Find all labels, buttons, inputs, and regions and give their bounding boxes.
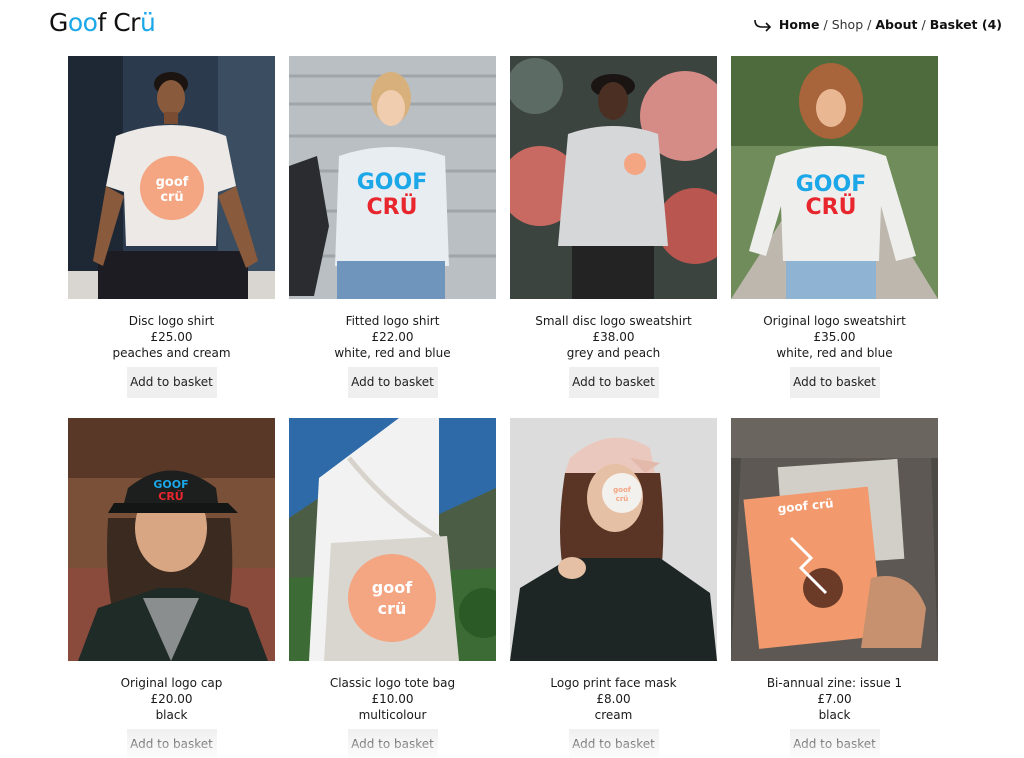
product-variant: white, red and blue [776, 346, 893, 360]
logo-letter-accent: ü [139, 8, 156, 37]
print-text: GOOF [357, 170, 428, 195]
return-arrow-icon[interactable] [753, 18, 773, 32]
product-name[interactable]: Bi-annual zine: issue 1 [731, 675, 938, 691]
print-text: CRÜ [367, 194, 418, 220]
product-card: goof crü Bi-annual zine: issue 1 £7.00 b… [731, 418, 938, 758]
print-text: CRÜ [158, 489, 183, 503]
print-text: crü [378, 599, 407, 618]
print-text: crü [616, 495, 629, 503]
product-price: £22.00 [371, 330, 414, 344]
product-image-fitted-logo-shirt[interactable]: GOOF CRÜ [289, 56, 496, 299]
product-card: Small disc logo sweatshirt £38.00 grey a… [510, 56, 717, 418]
product-price: £35.00 [813, 330, 856, 344]
nav-separator: / [867, 17, 872, 32]
nav-separator: / [921, 17, 926, 32]
logo-letters-accent: oo [67, 8, 98, 37]
product-name[interactable]: Fitted logo shirt [289, 313, 496, 329]
product-variant: black [818, 708, 851, 722]
product-variant: white, red and blue [334, 346, 451, 360]
nav-separator: / [823, 17, 828, 32]
product-image-bi-annual-zine[interactable]: goof crü [731, 418, 938, 661]
product-price: £20.00 [150, 692, 193, 706]
product-variant: cream [594, 708, 633, 722]
product-price: £7.00 [817, 692, 852, 706]
add-to-basket-button[interactable]: Add to basket [126, 367, 217, 398]
print-text: GOOF [796, 172, 867, 197]
product-card: GOOF CRÜ Original logo cap £20.00 black … [68, 418, 275, 758]
print-text: crü [160, 190, 183, 205]
add-to-basket-button[interactable]: Add to basket [568, 367, 659, 398]
product-image-disc-logo-shirt[interactable]: goof crü [68, 56, 275, 299]
product-variant: multicolour [358, 708, 427, 722]
add-to-basket-button[interactable]: Add to basket [568, 729, 659, 758]
add-to-basket-button[interactable]: Add to basket [347, 367, 438, 398]
nav-home-link[interactable]: Home [779, 17, 820, 32]
product-name[interactable]: Original logo cap [68, 675, 275, 691]
print-text: CRÜ [806, 194, 857, 220]
product-image-original-logo-sweatshirt[interactable]: GOOF CRÜ [731, 56, 938, 299]
nav-basket-link[interactable]: Basket (4) [930, 17, 1002, 32]
product-image-small-disc-logo-sweatshirt[interactable] [510, 56, 717, 299]
product-variant: grey and peach [566, 346, 661, 360]
product-name[interactable]: Original logo sweatshirt [731, 313, 938, 329]
add-to-basket-button[interactable]: Add to basket [789, 367, 880, 398]
product-price: £38.00 [592, 330, 635, 344]
product-name[interactable]: Small disc logo sweatshirt [510, 313, 717, 329]
print-text: goof [156, 175, 189, 190]
add-to-basket-button[interactable]: Add to basket [126, 729, 217, 758]
nav-about-link[interactable]: About [875, 17, 917, 32]
product-image-logo-print-face-mask[interactable]: goof crü [510, 418, 717, 661]
main-nav: Home / Shop / About / Basket (4) [753, 17, 1002, 32]
add-to-basket-button[interactable]: Add to basket [789, 729, 880, 758]
logo-letters: f Cr [97, 8, 140, 37]
product-card: goof crü Logo print face mask £8.00 crea… [510, 418, 717, 758]
product-variant: peaches and cream [112, 346, 231, 360]
product-image-original-logo-cap[interactable]: GOOF CRÜ [68, 418, 275, 661]
add-to-basket-button[interactable]: Add to basket [347, 729, 438, 758]
product-price: £8.00 [596, 692, 631, 706]
product-price: £10.00 [371, 692, 414, 706]
product-card: GOOF CRÜ Original logo sweatshirt £35.00… [731, 56, 938, 418]
product-name[interactable]: Logo print face mask [510, 675, 717, 691]
site-logo[interactable]: Goof Crü [49, 8, 156, 37]
product-card: goof crü Disc logo shirt £25.00 peaches … [68, 56, 275, 418]
product-grid: goof crü Disc logo shirt £25.00 peaches … [68, 56, 939, 758]
print-text: goof [613, 486, 632, 494]
print-text: goof [372, 578, 413, 597]
product-card: goof crü Classic logo tote bag £10.00 mu… [289, 418, 496, 758]
logo-letter: G [49, 8, 68, 37]
product-price: £25.00 [150, 330, 193, 344]
product-name[interactable]: Disc logo shirt [68, 313, 275, 329]
product-card: GOOF CRÜ Fitted logo shirt £22.00 white,… [289, 56, 496, 418]
product-image-classic-logo-tote-bag[interactable]: goof crü [289, 418, 496, 661]
product-variant: black [155, 708, 188, 722]
nav-shop-link[interactable]: Shop [832, 17, 863, 32]
product-name[interactable]: Classic logo tote bag [289, 675, 496, 691]
site-header: Goof Crü Home / Shop / About / Basket (4… [0, 0, 1024, 48]
